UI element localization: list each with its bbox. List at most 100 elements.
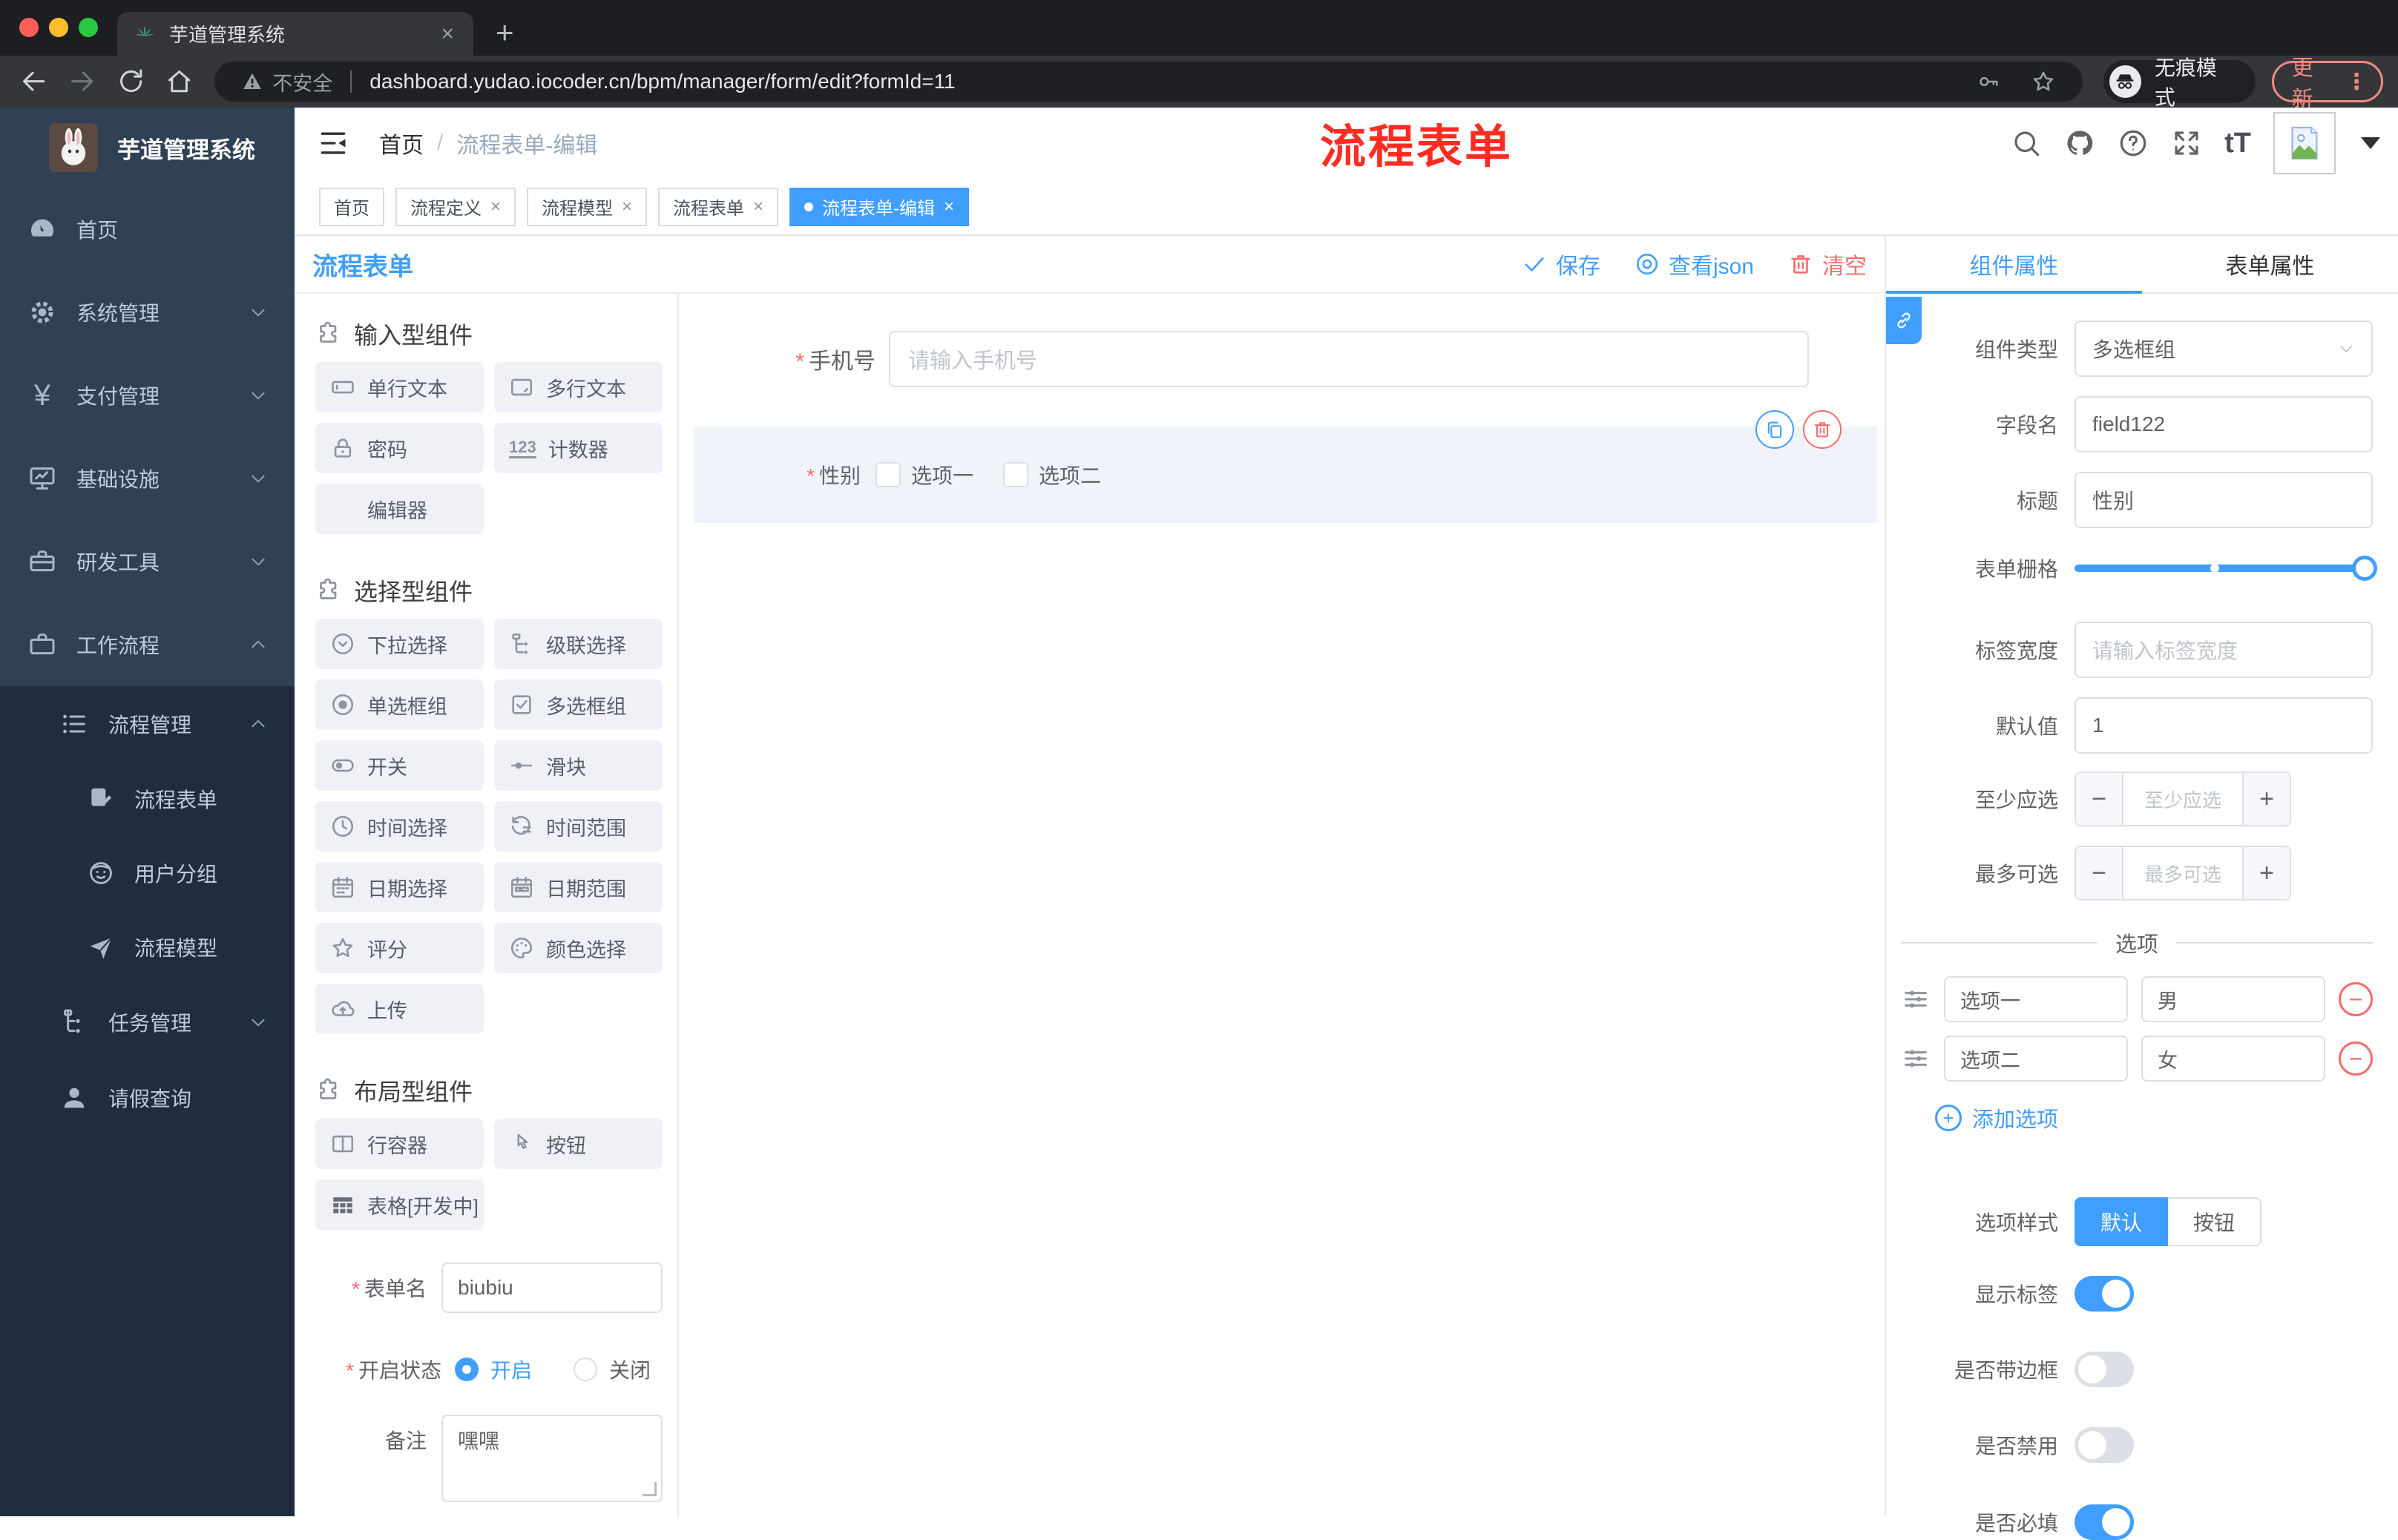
component-date-picker[interactable]: 日期选择 bbox=[315, 862, 484, 912]
tag-close-icon[interactable]: × bbox=[753, 197, 763, 217]
stepper-plus-button[interactable]: + bbox=[2242, 847, 2290, 899]
selected-component-gender[interactable]: * 性别 选项一 选项二 bbox=[694, 410, 1877, 523]
font-size-icon[interactable]: tT bbox=[2224, 128, 2251, 159]
default-value-input[interactable]: 1 bbox=[2075, 697, 2373, 754]
github-icon[interactable] bbox=[2064, 128, 2095, 159]
breadcrumb-home[interactable]: 首页 bbox=[379, 127, 424, 159]
browser-update-button[interactable]: 更新 ⋮ bbox=[2271, 56, 2383, 111]
sidebar-item-payment[interactable]: ¥ 支付管理 bbox=[0, 354, 295, 437]
label-width-input[interactable]: 请输入标签宽度 bbox=[2075, 622, 2373, 678]
tag-process-form[interactable]: 流程表单 × bbox=[658, 187, 779, 226]
gender-option-2-label[interactable]: 选项二 bbox=[1039, 460, 1101, 490]
component-time-range[interactable]: 时间范围 bbox=[494, 801, 663, 852]
tag-close-icon[interactable]: × bbox=[490, 197, 501, 217]
reload-icon[interactable] bbox=[116, 67, 145, 96]
security-warning-icon[interactable] bbox=[241, 70, 263, 93]
avatar-dropdown-icon[interactable] bbox=[2361, 137, 2380, 149]
form-name-input[interactable]: biubiu bbox=[441, 1263, 663, 1313]
help-icon[interactable] bbox=[2118, 128, 2149, 159]
sidebar-item-home[interactable]: 首页 bbox=[0, 188, 295, 271]
stepper-plus-button[interactable]: + bbox=[2242, 773, 2290, 825]
component-rate[interactable]: 评分 bbox=[315, 923, 484, 973]
avatar[interactable] bbox=[2273, 112, 2336, 174]
component-single-line-text[interactable]: 单行文本 bbox=[315, 362, 484, 412]
search-icon[interactable] bbox=[2011, 128, 2042, 159]
sidebar-item-leave-query[interactable]: 请假查询 bbox=[0, 1060, 295, 1136]
bookmark-star-icon[interactable] bbox=[2031, 69, 2056, 94]
save-button[interactable]: 保存 bbox=[1522, 248, 1600, 280]
drag-handle-icon[interactable] bbox=[1901, 984, 1931, 1014]
phone-input[interactable]: 请输入手机号 bbox=[889, 331, 1809, 387]
gender-checkbox-1[interactable] bbox=[876, 462, 901, 487]
bind-link-button[interactable] bbox=[1886, 297, 1922, 344]
drag-handle-icon[interactable] bbox=[1901, 1044, 1931, 1073]
title-input[interactable]: 性别 bbox=[2075, 472, 2373, 528]
window-zoom-button[interactable] bbox=[79, 18, 98, 37]
slider-handle[interactable] bbox=[2352, 556, 2377, 581]
tag-process-form-edit[interactable]: 流程表单-编辑 × bbox=[789, 187, 970, 226]
stepper-minus-button[interactable]: − bbox=[2076, 847, 2123, 899]
field-name-input[interactable]: field122 bbox=[2075, 396, 2373, 453]
option-1-value-input[interactable]: 男 bbox=[2141, 976, 2325, 1022]
home-icon[interactable] bbox=[165, 67, 194, 96]
component-checkbox-group[interactable]: 多选框组 bbox=[494, 679, 663, 730]
style-button-button[interactable]: 按钮 bbox=[2168, 1197, 2261, 1246]
view-json-button[interactable]: 查看json bbox=[1635, 248, 1754, 280]
component-table[interactable]: 表格[开发中] bbox=[315, 1179, 484, 1230]
window-minimize-button[interactable] bbox=[49, 18, 68, 37]
component-switch[interactable]: 开关 bbox=[315, 740, 484, 791]
tab-form-props[interactable]: 表单属性 bbox=[2142, 236, 2398, 292]
component-color-picker[interactable]: 颜色选择 bbox=[494, 923, 663, 973]
radio-on-label[interactable]: 开启 bbox=[490, 1355, 532, 1384]
remove-option-button[interactable]: − bbox=[2339, 982, 2373, 1016]
browser-tab[interactable]: 芋道管理系统 × bbox=[117, 12, 473, 56]
radio-on[interactable] bbox=[455, 1358, 479, 1381]
sidebar-item-system[interactable]: 系统管理 bbox=[0, 271, 295, 354]
component-counter[interactable]: 123 计数器 bbox=[494, 423, 663, 473]
option-2-label-input[interactable]: 选项二 bbox=[1944, 1036, 2128, 1082]
stepper-minus-button[interactable]: − bbox=[2076, 773, 2123, 825]
back-icon[interactable] bbox=[19, 67, 48, 96]
tab-component-props[interactable]: 组件属性 bbox=[1886, 236, 2142, 292]
tag-home[interactable]: 首页 bbox=[319, 187, 384, 226]
tag-close-icon[interactable]: × bbox=[944, 197, 954, 217]
with-border-toggle[interactable] bbox=[2075, 1352, 2134, 1387]
component-button[interactable]: 按钮 bbox=[494, 1119, 663, 1169]
component-password[interactable]: 密码 bbox=[315, 423, 484, 473]
tag-process-definition[interactable]: 流程定义 × bbox=[395, 187, 516, 226]
add-option-button[interactable]: + 添加选项 bbox=[1935, 1102, 2373, 1133]
required-toggle[interactable] bbox=[2075, 1504, 2134, 1540]
form-grid-slider[interactable] bbox=[2075, 547, 2377, 589]
max-select-input[interactable]: 最多可选 bbox=[2123, 847, 2242, 899]
url-bar[interactable]: 不安全 dashboard.yudao.iocoder.cn/bpm/manag… bbox=[214, 62, 2083, 102]
component-select[interactable]: 下拉选择 bbox=[315, 619, 484, 669]
component-multi-line-text[interactable]: 多行文本 bbox=[494, 362, 663, 412]
duplicate-component-button[interactable] bbox=[1755, 410, 1794, 449]
component-time-picker[interactable]: 时间选择 bbox=[315, 801, 484, 852]
component-editor[interactable]: 编辑器 bbox=[315, 484, 484, 534]
form-remark-textarea[interactable]: 嘿嘿 bbox=[441, 1415, 663, 1502]
show-tag-toggle[interactable] bbox=[2075, 1276, 2134, 1312]
tag-close-icon[interactable]: × bbox=[622, 197, 632, 217]
sidebar-item-infrastructure[interactable]: 基础设施 bbox=[0, 437, 295, 520]
security-label[interactable]: 不安全 bbox=[272, 68, 332, 96]
gender-option-1-label[interactable]: 选项一 bbox=[911, 460, 973, 490]
remove-option-button[interactable]: − bbox=[2339, 1042, 2373, 1076]
component-cascader[interactable]: 级联选择 bbox=[494, 619, 663, 669]
sidebar-item-user-group[interactable]: 用户分组 bbox=[0, 836, 295, 910]
slider-track[interactable] bbox=[2075, 565, 2373, 572]
sidebar-item-workflow[interactable]: 工作流程 bbox=[0, 603, 295, 686]
component-row-container[interactable]: 行容器 bbox=[315, 1119, 484, 1169]
update-label[interactable]: 更新 bbox=[2292, 50, 2333, 113]
tab-close-icon[interactable]: × bbox=[438, 22, 457, 47]
delete-component-button[interactable] bbox=[1803, 410, 1842, 449]
sidebar-item-process-form[interactable]: 流程表单 bbox=[0, 762, 295, 836]
fullscreen-icon[interactable] bbox=[2171, 128, 2202, 159]
disabled-toggle[interactable] bbox=[2075, 1427, 2134, 1463]
phone-field-row[interactable]: * 手机号 请输入手机号 bbox=[764, 331, 1885, 387]
component-type-select[interactable]: 多选框组 bbox=[2075, 320, 2373, 377]
option-1-label-input[interactable]: 选项一 bbox=[1944, 976, 2128, 1022]
option-2-value-input[interactable]: 女 bbox=[2141, 1036, 2325, 1082]
browser-menu-icon[interactable]: ⋮ bbox=[2345, 69, 2368, 95]
tag-process-model[interactable]: 流程模型 × bbox=[527, 187, 648, 226]
